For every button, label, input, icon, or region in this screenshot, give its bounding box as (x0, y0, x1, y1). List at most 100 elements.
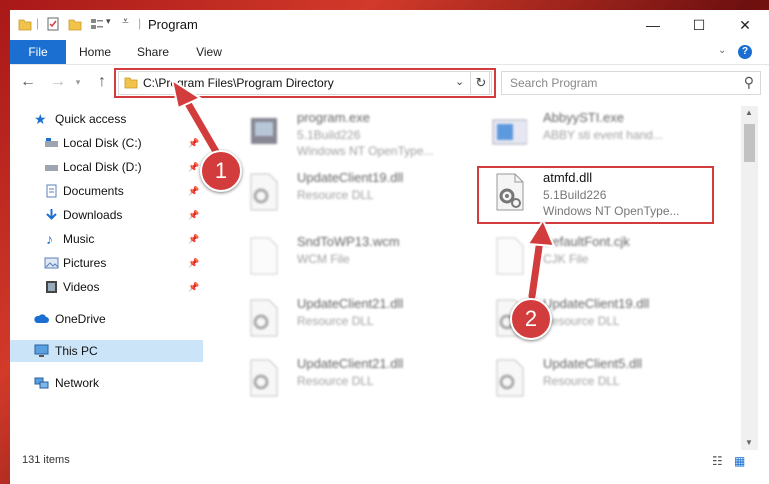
pictures-icon (44, 257, 59, 269)
file-item[interactable]: UpdateClient21.dll Resource DLL (235, 292, 475, 348)
window-title: Program (148, 17, 198, 32)
dll-file-icon (250, 173, 278, 211)
file-highlight-box (477, 166, 714, 224)
file-name: UpdateClient21.dll (297, 356, 404, 371)
sidebar-item-quick-access[interactable]: ★ Quick access (10, 108, 203, 130)
explorer-window: | ▾ ⩡ | Program — ☐ ✕ File Home Share Vi… (10, 10, 769, 484)
pin-icon[interactable]: 📌 (188, 132, 199, 154)
dll-file-icon (250, 299, 278, 337)
file-version: 5.1Build226 (297, 128, 361, 142)
file-item[interactable]: UpdateClient19.dll Resource DLL (235, 166, 475, 222)
tab-view[interactable]: View (186, 40, 232, 64)
exe-file-icon (492, 119, 527, 145)
dll-file-icon (250, 359, 278, 397)
scrollbar-thumb[interactable] (744, 124, 755, 162)
sidebar-item-this-pc[interactable]: This PC (10, 340, 203, 362)
file-item[interactable]: program.exe 5.1Build226 Windows NT OpenT… (235, 106, 475, 162)
sidebar-item-pictures[interactable]: Pictures 📌 (10, 252, 203, 274)
pin-icon[interactable]: 📌 (188, 204, 199, 226)
properties-icon[interactable] (46, 17, 60, 31)
sidebar-item-label: Quick access (55, 112, 127, 126)
cloud-icon (34, 314, 49, 323)
sidebar-item-music[interactable]: ♪ Music 📌 (10, 228, 203, 250)
file-type: Resource DLL (297, 188, 374, 202)
pin-icon[interactable]: 📌 (188, 156, 199, 178)
sidebar-item-label: Music (63, 232, 95, 246)
file-item[interactable]: SndToWP13.wcm WCM File (235, 230, 475, 286)
sidebar-item-documents[interactable]: Documents 📌 (10, 180, 203, 202)
file-name: AbbyySTI.exe (543, 110, 624, 125)
minimize-button[interactable]: — (630, 10, 676, 40)
customize-toolbar-icon[interactable] (90, 17, 104, 31)
file-item[interactable]: UpdateClient21.dll Resource DLL (235, 352, 475, 408)
folder-icon (18, 19, 32, 31)
search-input[interactable]: Search Program ⚲ (501, 71, 761, 95)
item-count: 131 items (22, 454, 70, 466)
sidebar-item-downloads[interactable]: Downloads 📌 (10, 204, 203, 226)
tab-file[interactable]: File (10, 40, 66, 64)
forward-arrow-icon[interactable]: → (48, 72, 68, 92)
pin-icon[interactable]: 📌 (188, 276, 199, 298)
file-type: Resource DLL (297, 374, 374, 388)
sidebar-item-network[interactable]: Network (10, 372, 203, 394)
file-item[interactable]: UpdateClient5.dll Resource DLL (481, 352, 721, 408)
file-type: WCM File (297, 252, 350, 266)
file-name: program.exe (297, 110, 370, 125)
quick-access-dropdown-icon[interactable]: ⩡ (122, 14, 129, 29)
search-icon: ⚲ (743, 74, 754, 90)
star-icon: ★ (34, 111, 47, 127)
step-badge-1: 1 (200, 150, 242, 192)
new-folder-icon[interactable] (68, 17, 82, 31)
file-item[interactable]: AbbyySTI.exe ABBY sti event hand... (481, 106, 721, 162)
drive-icon (45, 138, 58, 147)
up-arrow-icon[interactable]: ↑ (92, 72, 112, 92)
pin-icon[interactable]: 📌 (188, 252, 199, 274)
videos-icon (46, 281, 57, 293)
exe-file-icon (251, 118, 277, 144)
details-view-icon[interactable]: ☷ (712, 454, 723, 468)
pin-icon[interactable]: 📌 (188, 228, 199, 250)
file-name: DefaultFont.cjk (543, 234, 630, 249)
documents-icon (46, 184, 57, 198)
close-button[interactable]: ✕ (722, 10, 768, 40)
file-name: UpdateClient21.dll (297, 296, 404, 311)
scroll-down-icon[interactable]: ▼ (745, 438, 753, 447)
recent-locations-chevron-icon[interactable]: ▾ (68, 72, 88, 92)
scroll-up-icon[interactable]: ▲ (745, 108, 753, 117)
computer-icon (34, 344, 49, 357)
file-name: UpdateClient19.dll (543, 296, 650, 311)
tab-share[interactable]: Share (130, 40, 176, 64)
file-item[interactable]: DefaultFont.cjk CJK File (481, 230, 721, 286)
sidebar-item-label: OneDrive (55, 312, 106, 326)
large-icons-view-icon[interactable]: ▦ (734, 454, 745, 468)
chevron-down-icon[interactable]: ▾ (106, 16, 111, 27)
file-description: Windows NT OpenType... (297, 144, 434, 158)
sidebar-item-label: Pictures (63, 256, 107, 270)
file-description: ABBY sti event hand... (543, 128, 663, 142)
expand-ribbon-icon[interactable]: ⌄ (718, 45, 726, 56)
sidebar-item-label: Network (55, 376, 100, 390)
address-highlight-box (114, 68, 496, 98)
help-icon[interactable]: ? (738, 45, 752, 59)
sidebar-item-label: Downloads (63, 208, 123, 222)
generic-file-icon (496, 237, 524, 275)
vertical-scrollbar[interactable]: ▲ ▼ (741, 106, 758, 450)
sidebar-item-videos[interactable]: Videos 📌 (10, 276, 203, 298)
maximize-button[interactable]: ☐ (676, 10, 722, 40)
sidebar-item-local-disk-d[interactable]: Local Disk (D:) 📌 (10, 156, 203, 178)
sidebar-item-label: Videos (63, 280, 100, 294)
ribbon: File Home Share View ⌄ ? (10, 40, 769, 65)
file-type: Resource DLL (543, 314, 620, 328)
search-placeholder: Search Program (510, 76, 598, 90)
status-bar: 131 items ☷ ▦ (10, 450, 769, 474)
file-type: CJK File (543, 252, 589, 266)
dll-file-icon (496, 359, 524, 397)
file-name: UpdateClient5.dll (543, 356, 643, 371)
download-icon (46, 209, 57, 220)
sidebar-item-onedrive[interactable]: OneDrive (10, 308, 203, 330)
back-arrow-icon[interactable]: ← (18, 72, 38, 92)
sidebar-item-local-disk-c[interactable]: Local Disk (C:) 📌 (10, 132, 203, 154)
tab-home[interactable]: Home (72, 40, 118, 64)
pin-icon[interactable]: 📌 (188, 180, 199, 202)
sidebar-item-label: Local Disk (C:) (63, 136, 142, 150)
